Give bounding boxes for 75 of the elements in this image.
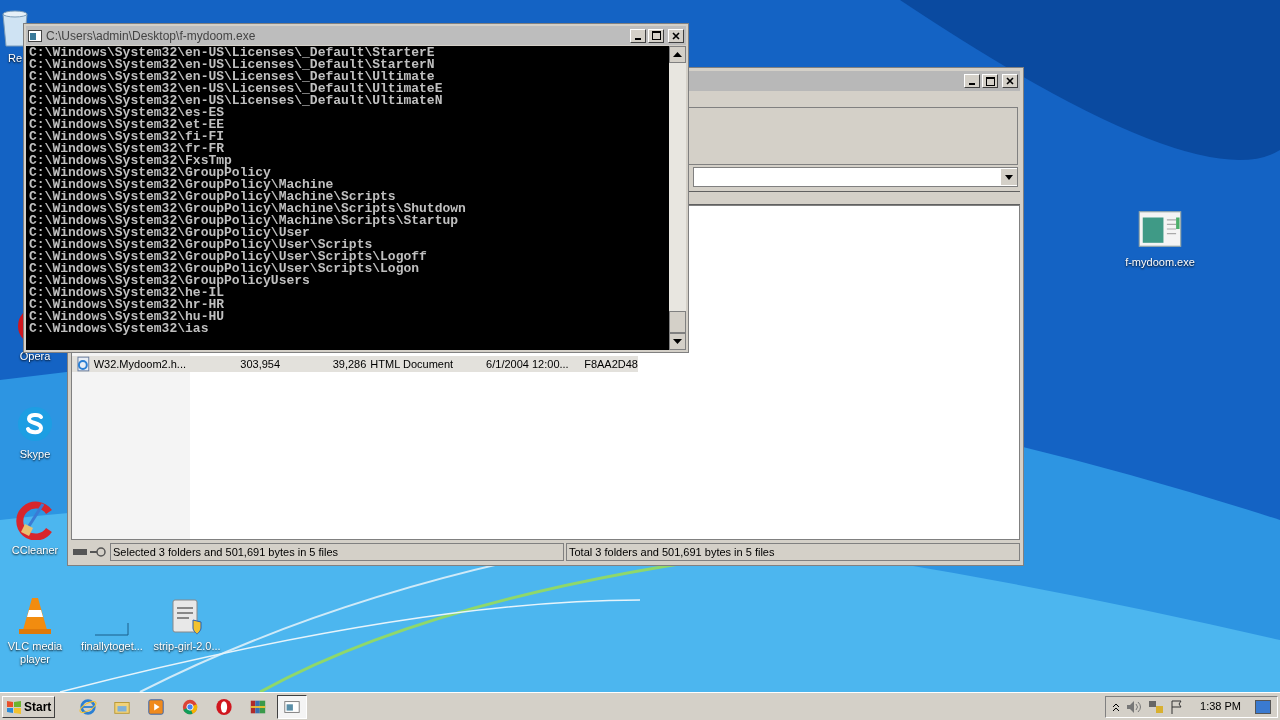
taskbar-app-button[interactable] bbox=[277, 694, 308, 719]
minimize-button[interactable] bbox=[964, 74, 980, 88]
console-line: C:\Windows\System32\ias bbox=[29, 323, 209, 335]
console-line: C:\Windows\System32\en-US\Licenses\_Default\UltimateN bbox=[29, 95, 444, 107]
status-bar-text: Selected 3 folders and 501,691 bytes in 5 files bbox=[110, 543, 564, 561]
chevron-up-icon[interactable] bbox=[1112, 701, 1121, 712]
console-line: C:\Windows\System32\GroupPolicy\User\Scripts bbox=[29, 239, 373, 251]
console-line: C:\Windows\System32\fr-FR bbox=[29, 143, 225, 155]
console-line: C:\Windows\System32\GroupPolicy\Machine\Scripts bbox=[29, 191, 396, 203]
start-button[interactable]: Start bbox=[2, 695, 56, 718]
close-icon bbox=[1006, 77, 1014, 85]
file-type: HTML Document bbox=[370, 356, 455, 372]
console-line: C:\Windows\System32\GroupPolicy\User\Scripts\Logon bbox=[29, 263, 420, 275]
scrollbar[interactable] bbox=[669, 46, 686, 350]
desktop-icon-label[interactable]: Skype bbox=[19, 448, 51, 461]
desktop-icon-label[interactable]: Opera bbox=[19, 350, 51, 363]
status-bar-text: Total 3 folders and 501,691 bytes in 5 files bbox=[566, 543, 1020, 561]
scroll-down-icon[interactable] bbox=[669, 333, 686, 350]
internet-explorer-icon bbox=[79, 697, 98, 716]
scroll-thumb[interactable] bbox=[669, 311, 686, 333]
minimize-icon bbox=[635, 37, 641, 40]
desktop-icon-label[interactable]: Re bbox=[7, 52, 23, 65]
console-line: C:\Windows\System32\fi-FI bbox=[29, 131, 226, 143]
clock[interactable]: 1:38 PM bbox=[1200, 698, 1241, 715]
console-line: C:\Windows\System32\es-ES bbox=[29, 107, 225, 119]
console-line: C:\Windows\System32\en-US\Licenses\_Default\StarterN bbox=[29, 59, 436, 71]
minimize-icon bbox=[969, 83, 975, 85]
console-line: C:\Windows\System32\et-EE bbox=[29, 119, 226, 131]
opera-icon bbox=[215, 697, 234, 716]
close-button[interactable] bbox=[1002, 74, 1018, 88]
flag-icon[interactable] bbox=[1170, 699, 1185, 714]
file-crc: F8AA2D48 bbox=[584, 356, 638, 372]
show-desktop-icon[interactable] bbox=[1255, 699, 1271, 714]
file-name: W32.Mydoom2.h... bbox=[93, 356, 187, 372]
console-line: C:\Windows\System32\GroupPolicy bbox=[29, 167, 271, 179]
console-line: C:\Windows\System32\hr-HR bbox=[29, 299, 226, 311]
skype-icon bbox=[15, 404, 55, 444]
close-icon bbox=[672, 31, 680, 40]
console-line: C:\Windows\System32\GroupPolicy\Machine\Scripts\Shutdown bbox=[29, 203, 467, 215]
console-line: C:\Windows\System32\en-US\Licenses\_Default\StarterE bbox=[29, 47, 436, 59]
windows-logo-icon bbox=[6, 698, 22, 715]
ccleaner-icon bbox=[15, 500, 55, 540]
minimize-button[interactable] bbox=[630, 28, 646, 43]
console-line: C:\Windows\System32\he-IL bbox=[29, 287, 225, 299]
console-line: C:\Windows\System32\GroupPolicy\Machine\Scripts\Startup bbox=[29, 215, 459, 227]
console-line: C:\Windows\System32\GroupPolicy\User bbox=[29, 227, 310, 239]
drive-icon bbox=[73, 548, 87, 556]
key-icon bbox=[90, 547, 106, 557]
speaker-icon[interactable] bbox=[1126, 699, 1143, 714]
console-line: C:\Windows\System32\en-US\Licenses\_Default\UltimateE bbox=[29, 83, 444, 95]
console-line: C:\Windows\System32\en-US\Licenses\_Default\Ultimate bbox=[29, 71, 435, 83]
window-title: C:\Users\admin\Desktop\f-mydoom.exe bbox=[46, 27, 257, 45]
close-button[interactable] bbox=[668, 28, 684, 43]
file-size: 303,954 bbox=[239, 356, 281, 372]
console-line: C:\Windows\System32\hu-HU bbox=[29, 311, 226, 323]
maximize-button[interactable] bbox=[982, 74, 998, 88]
chrome-icon bbox=[181, 697, 200, 716]
console-line: C:\Windows\System32\FxsTmp bbox=[29, 155, 232, 167]
blank-file-outline-icon bbox=[95, 622, 129, 636]
console-line: C:\Windows\System32\GroupPolicy\Machine bbox=[29, 179, 334, 191]
path-combobox[interactable] bbox=[693, 167, 1018, 187]
play-icon bbox=[147, 697, 166, 716]
file-modified: 6/1/2004 12:00... bbox=[486, 356, 570, 372]
desktop-icon-label[interactable]: f-mydoom.exe bbox=[1125, 256, 1195, 269]
html-file-icon bbox=[76, 356, 92, 372]
maximize-button[interactable] bbox=[648, 28, 664, 43]
scroll-up-icon[interactable] bbox=[669, 46, 686, 63]
maximize-icon bbox=[651, 31, 661, 40]
file-packed-size: 39,286 bbox=[331, 356, 367, 372]
network-icon[interactable] bbox=[1148, 699, 1165, 714]
console-line: C:\Windows\System32\GroupPolicyUsers bbox=[29, 275, 310, 287]
maximize-icon bbox=[985, 76, 995, 86]
console-line: C:\Windows\System32\GroupPolicy\User\Scripts\Logoff bbox=[29, 251, 428, 263]
console-window-icon bbox=[28, 29, 42, 42]
file-row[interactable]: W32.Mydoom2.h... 303,954 39,286 HTML Document 6/1/2004 12:00... F8AA2D48 bbox=[72, 356, 638, 372]
